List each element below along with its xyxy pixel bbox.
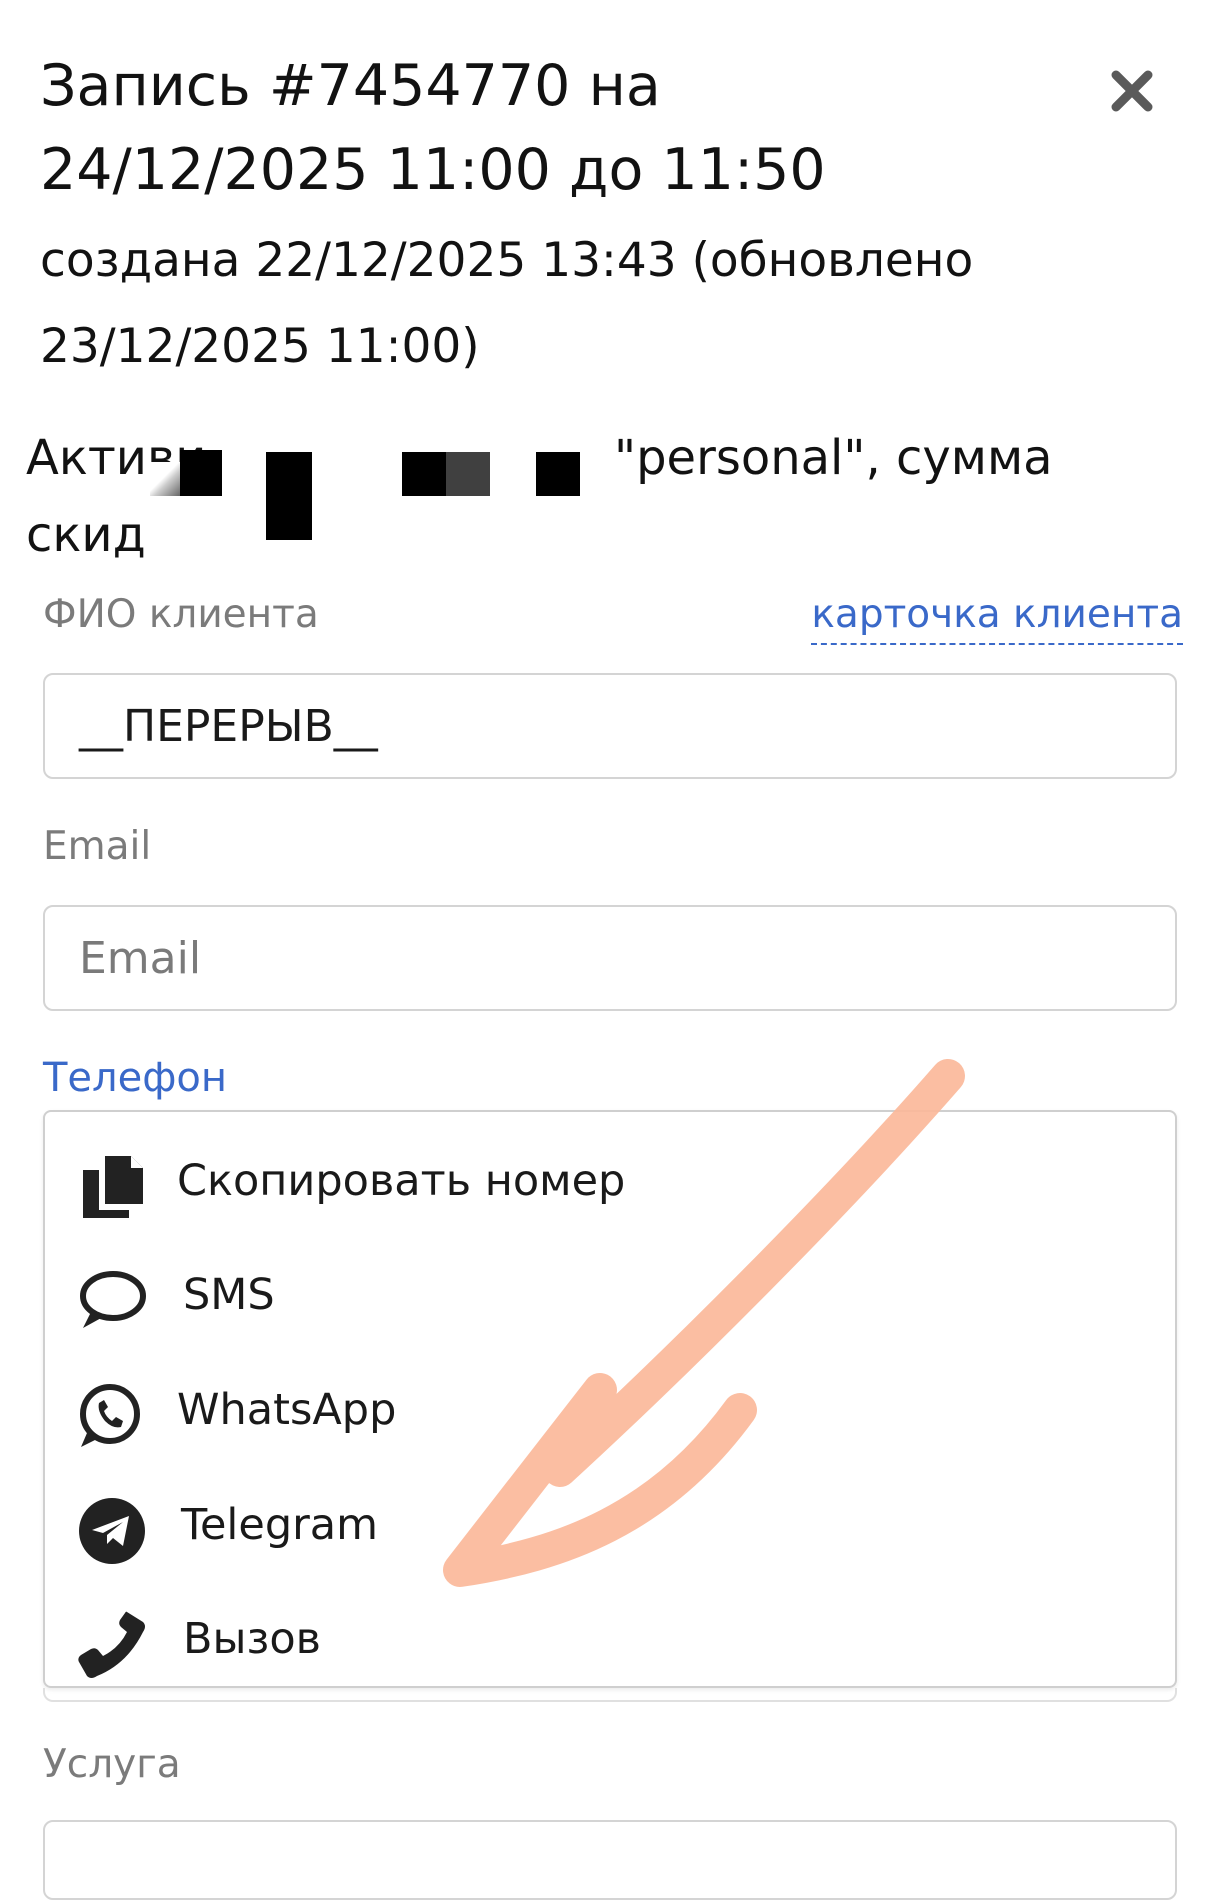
client-card-link[interactable]: карточка клиента — [811, 592, 1183, 645]
notice-text-left: Активи скид — [26, 430, 207, 563]
telegram-icon — [79, 1498, 145, 1564]
menu-item-label: WhatsApp — [177, 1385, 397, 1435]
menu-item-whatsapp[interactable]: WhatsApp — [45, 1359, 1175, 1459]
close-icon — [1111, 70, 1153, 112]
phone-actions-menu: Скопировать номер SMS WhatsApp Telegram … — [43, 1110, 1177, 1688]
service-label: Услуга — [43, 1742, 181, 1787]
notice-text-right: "personal", сумма — [614, 430, 1053, 486]
menu-item-sms[interactable]: SMS — [45, 1244, 1175, 1344]
created-updated-text: создана 22/12/2025 13:43 (обновлено 23/1… — [40, 233, 974, 374]
menu-item-telegram[interactable]: Telegram — [45, 1474, 1175, 1574]
email-field[interactable]: Email — [43, 905, 1177, 1011]
service-field[interactable] — [43, 1820, 1177, 1900]
phone-field-edge — [43, 1688, 1177, 1702]
copy-icon — [83, 1156, 143, 1218]
phone-label[interactable]: Телефон — [43, 1055, 227, 1101]
menu-item-label: Скопировать номер — [177, 1156, 626, 1206]
email-label: Email — [43, 824, 152, 869]
phone-call-icon — [78, 1611, 145, 1678]
menu-item-call[interactable]: Вызов — [45, 1588, 1175, 1688]
booking-title: Запись #7454770 на 24/12/2025 11:00 до 1… — [40, 53, 826, 203]
close-button[interactable] — [1105, 64, 1159, 118]
whatsapp-icon — [80, 1384, 140, 1447]
menu-item-label: Вызов — [183, 1614, 321, 1664]
client-name-label: ФИО клиента — [43, 592, 319, 637]
menu-item-label: Telegram — [181, 1500, 379, 1550]
menu-item-label: SMS — [183, 1270, 275, 1320]
client-name-field[interactable]: __ПЕРЕРЫВ__ — [43, 673, 1177, 779]
menu-item-copy-number[interactable]: Скопировать номер — [45, 1130, 1175, 1230]
sms-bubble-icon — [80, 1271, 146, 1328]
